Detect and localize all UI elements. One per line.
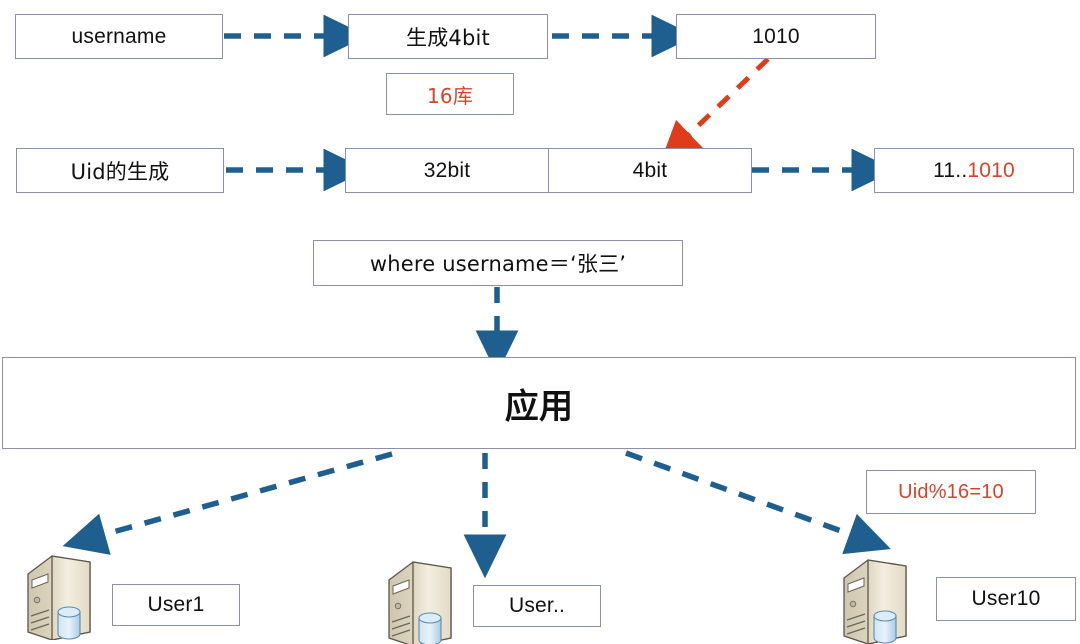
arrow-layer — [62, 14, 896, 579]
box-where-clause[interactable]: where username＝‘张三’ — [313, 240, 683, 286]
box-uid-generation[interactable]: Uid的生成 — [16, 148, 224, 193]
box-user-dots[interactable]: User.. — [473, 585, 601, 627]
box-uid-value[interactable]: 11.. 1010 — [874, 148, 1074, 193]
arrow-1010-to-4bit — [660, 57, 770, 162]
server-icon — [843, 559, 907, 644]
box-binary-1010-label: 1010 — [752, 24, 800, 48]
arrow-application-to-user1 — [62, 451, 393, 555]
box-user10[interactable]: User10 — [936, 577, 1076, 621]
box-uid-generation-label: Uid的生成 — [70, 159, 170, 184]
box-4bit-label: 4bit — [632, 158, 668, 182]
box-where-clause-label: where username＝‘张三’ — [369, 252, 627, 276]
box-application[interactable]: 应用 — [2, 357, 1076, 449]
box-uid-value-prefix: 11.. — [933, 158, 968, 182]
server-icon-userdots[interactable] — [383, 554, 471, 644]
box-username-label: username — [71, 24, 167, 48]
box-application-label: 应用 — [504, 386, 574, 427]
box-4bit[interactable]: 4bit — [548, 148, 752, 193]
box-user1[interactable]: User1 — [112, 584, 240, 626]
server-icon-user1[interactable] — [22, 548, 110, 641]
box-user10-label: User10 — [971, 587, 1041, 610]
database-icon — [873, 610, 897, 644]
box-username[interactable]: username — [15, 14, 223, 59]
arrow-application-to-user10 — [625, 450, 891, 555]
box-32bit[interactable]: 32bit — [345, 148, 549, 193]
diagram-canvas: username 生成4bit 16库 1010 Uid的生成 32bit 4b… — [0, 0, 1080, 644]
server-icon — [27, 555, 91, 641]
box-uid-mod-16-label: Uid%16=10 — [898, 480, 1004, 503]
box-user1-label: User1 — [147, 593, 205, 616]
server-icon-user10[interactable] — [838, 552, 926, 644]
database-icon — [418, 612, 442, 644]
box-16-databases-label: 16库 — [426, 83, 474, 108]
box-generate-4bit[interactable]: 生成4bit — [348, 14, 548, 59]
box-16-databases[interactable]: 16库 — [386, 73, 514, 115]
box-generate-4bit-label: 生成4bit — [406, 25, 490, 50]
box-uid-mod-16[interactable]: Uid%16=10 — [866, 470, 1036, 514]
box-binary-1010[interactable]: 1010 — [676, 14, 876, 59]
box-32bit-label: 32bit — [423, 158, 471, 182]
database-icon — [57, 606, 81, 640]
box-user-dots-label: User.. — [508, 594, 566, 617]
server-icon — [388, 561, 452, 644]
box-uid-value-suffix: 1010 — [967, 158, 1015, 182]
